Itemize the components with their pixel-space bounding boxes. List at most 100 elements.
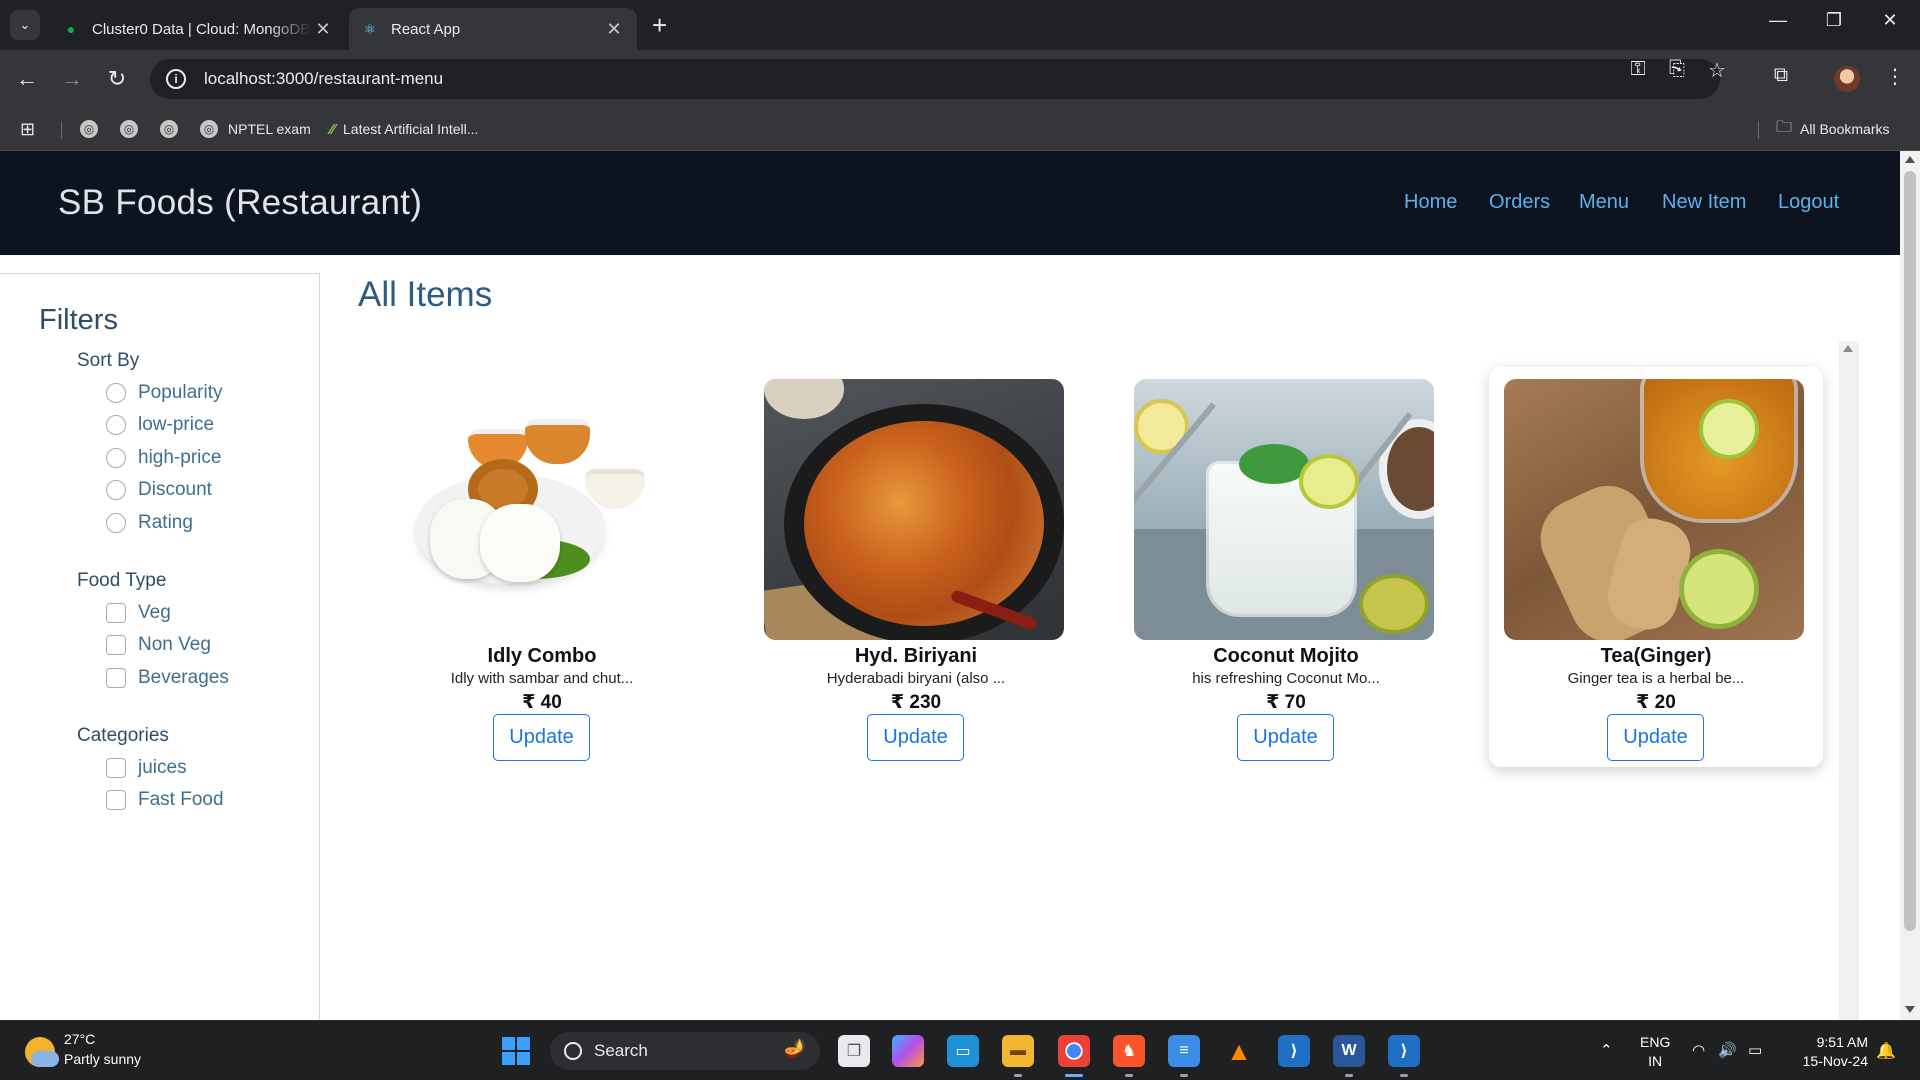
bookmark-label: Latest Artificial Intell...: [343, 121, 479, 137]
filters-sidebar: Filters Sort By Popularity low-price hig…: [0, 273, 320, 1020]
sort-high-price-radio[interactable]: high-price: [106, 446, 221, 470]
bookmark-1[interactable]: ◎: [80, 117, 108, 141]
bookmark-star-icon[interactable]: ☆: [1703, 58, 1731, 83]
task-view-icon[interactable]: ❐: [838, 1035, 870, 1067]
update-button[interactable]: Update: [1607, 714, 1704, 761]
globe-icon: ◎: [80, 120, 98, 138]
update-button[interactable]: Update: [867, 714, 964, 761]
windows-start-icon[interactable]: [502, 1037, 530, 1065]
wifi-icon[interactable]: ◠: [1692, 1041, 1705, 1059]
weather-icon[interactable]: [25, 1037, 59, 1067]
notepad-icon[interactable]: ≡: [1168, 1035, 1200, 1067]
all-bookmarks[interactable]: 🗀 All Bookmarks: [1776, 117, 1889, 141]
fast-food-checkbox[interactable]: Fast Food: [106, 788, 224, 812]
password-key-icon[interactable]: ⚿: [1624, 58, 1652, 81]
menu-kebab-icon[interactable]: ⋮: [1880, 64, 1910, 89]
item-description: his refreshing Coconut Mo...: [1192, 670, 1380, 687]
scroll-down-icon[interactable]: [1905, 1006, 1915, 1013]
weather-temp[interactable]: 27°C: [64, 1031, 95, 1047]
site-info-icon[interactable]: i: [166, 69, 186, 89]
new-tab-button[interactable]: +: [652, 12, 667, 38]
tab-react-app[interactable]: ⚛ React App ✕: [349, 8, 637, 50]
chrome-icon[interactable]: [1058, 1035, 1090, 1067]
notification-bell-icon[interactable]: 🔔: [1876, 1041, 1896, 1061]
update-button[interactable]: Update: [1237, 714, 1334, 761]
update-button[interactable]: Update: [493, 714, 590, 761]
taskbar-search[interactable]: Search 🪔: [550, 1032, 820, 1070]
extensions-icon[interactable]: ⧉: [1766, 64, 1796, 87]
word-icon[interactable]: W: [1333, 1035, 1365, 1067]
scroll-thumb[interactable]: [1904, 171, 1916, 931]
weather-desc[interactable]: Partly sunny: [64, 1051, 141, 1067]
sort-low-price-radio[interactable]: low-price: [106, 413, 214, 437]
item-card-hyd-biriyani[interactable]: Hyd. Biriyani Hyderabadi biryani (also .…: [749, 367, 1083, 767]
sort-rating-radio[interactable]: Rating: [106, 511, 193, 535]
tab-title: React App: [391, 20, 461, 38]
install-app-icon[interactable]: ⎘: [1663, 58, 1691, 81]
copilot-icon[interactable]: [892, 1035, 924, 1067]
page-viewport: SB Foods (Restaurant) Home Orders Menu N…: [0, 151, 1920, 1020]
tab-title: Cluster0 Data | Cloud: MongoDB Cloud: [92, 20, 312, 38]
nav-home[interactable]: Home: [1404, 191, 1457, 214]
back-icon[interactable]: ←: [12, 64, 42, 94]
running-indicator: [1345, 1074, 1353, 1077]
language-indicator[interactable]: ENG IN: [1640, 1033, 1670, 1071]
item-card-idly-combo[interactable]: Idly Combo Idly with sambar and chut... …: [375, 367, 709, 767]
sort-popularity-radio[interactable]: Popularity: [106, 381, 223, 405]
divider: [61, 121, 62, 139]
bookmark-3[interactable]: ◎: [160, 117, 188, 141]
item-card-tea-ginger[interactable]: Tea(Ginger) Ginger tea is a herbal be...…: [1489, 367, 1823, 767]
all-bookmarks-label: All Bookmarks: [1800, 121, 1890, 137]
nav-logout[interactable]: Logout: [1778, 191, 1839, 214]
chevron-up-icon[interactable]: ⌃: [1600, 1041, 1613, 1059]
item-card-coconut-mojito[interactable]: Coconut Mojito his refreshing Coconut Mo…: [1119, 367, 1453, 767]
reload-icon[interactable]: ↻: [102, 64, 132, 94]
close-window-icon[interactable]: ✕: [1870, 10, 1910, 31]
beverages-checkbox[interactable]: Beverages: [106, 666, 229, 690]
scroll-up-icon[interactable]: [1905, 156, 1915, 163]
bookmark-2[interactable]: ◎: [120, 117, 148, 141]
close-icon[interactable]: ✕: [312, 19, 334, 40]
item-image: [764, 379, 1064, 640]
restore-icon[interactable]: ❐: [1814, 10, 1854, 31]
apps-grid-icon[interactable]: ⊞: [20, 117, 35, 141]
nav-new-item[interactable]: New Item: [1662, 191, 1746, 214]
veg-checkbox[interactable]: Veg: [106, 601, 171, 625]
battery-icon[interactable]: ▭: [1748, 1041, 1762, 1059]
nav-menu[interactable]: Menu: [1579, 191, 1629, 214]
minimize-icon[interactable]: —: [1758, 10, 1798, 31]
desktop-icon[interactable]: ▭: [947, 1035, 979, 1067]
vscode-icon[interactable]: ⟩: [1278, 1035, 1310, 1067]
sort-discount-radio[interactable]: Discount: [106, 478, 212, 502]
item-name: Coconut Mojito: [1213, 645, 1359, 667]
food-type-title: Food Type: [77, 570, 167, 591]
url-text[interactable]: localhost:3000/restaurant-menu: [204, 69, 443, 89]
items-scrollbar[interactable]: [1839, 341, 1859, 1020]
leaf-icon: ⁄⁄: [330, 120, 336, 138]
vscode-icon-2[interactable]: ⟩: [1388, 1035, 1420, 1067]
mongodb-leaf-icon: ●: [66, 21, 76, 37]
tab-mongodb[interactable]: ● Cluster0 Data | Cloud: MongoDB Cloud ✕: [50, 8, 346, 50]
page-title: All Items: [358, 275, 493, 314]
file-explorer-icon[interactable]: ▬: [1002, 1035, 1034, 1067]
bookmark-nptel[interactable]: ◎ NPTEL exam: [200, 117, 311, 141]
page-scrollbar[interactable]: [1900, 151, 1920, 1020]
close-icon[interactable]: ✕: [603, 19, 625, 40]
forward-icon[interactable]: →: [57, 64, 87, 94]
vlc-icon[interactable]: ▲: [1223, 1035, 1255, 1067]
item-price: ₹ 40: [522, 692, 562, 713]
search-highlight-icon: 🪔: [783, 1038, 806, 1058]
profile-avatar[interactable]: [1834, 66, 1860, 92]
address-bar[interactable]: i localhost:3000/restaurant-menu: [150, 59, 1720, 99]
volume-icon[interactable]: 🔊: [1718, 1041, 1737, 1059]
non-veg-checkbox[interactable]: Non Veg: [106, 633, 211, 657]
clock[interactable]: 9:51 AM 15-Nov-24: [1790, 1033, 1868, 1071]
tab-search-button[interactable]: ⌄: [10, 10, 40, 40]
juices-checkbox[interactable]: juices: [106, 756, 187, 780]
brave-icon[interactable]: ♞: [1113, 1035, 1145, 1067]
brand-title[interactable]: SB Foods (Restaurant): [58, 183, 422, 223]
item-image: [1134, 379, 1434, 640]
bookmark-ai[interactable]: ⁄⁄ Latest Artificial Intell...: [330, 117, 478, 141]
nav-orders[interactable]: Orders: [1489, 191, 1550, 214]
running-indicator: [1400, 1074, 1408, 1077]
